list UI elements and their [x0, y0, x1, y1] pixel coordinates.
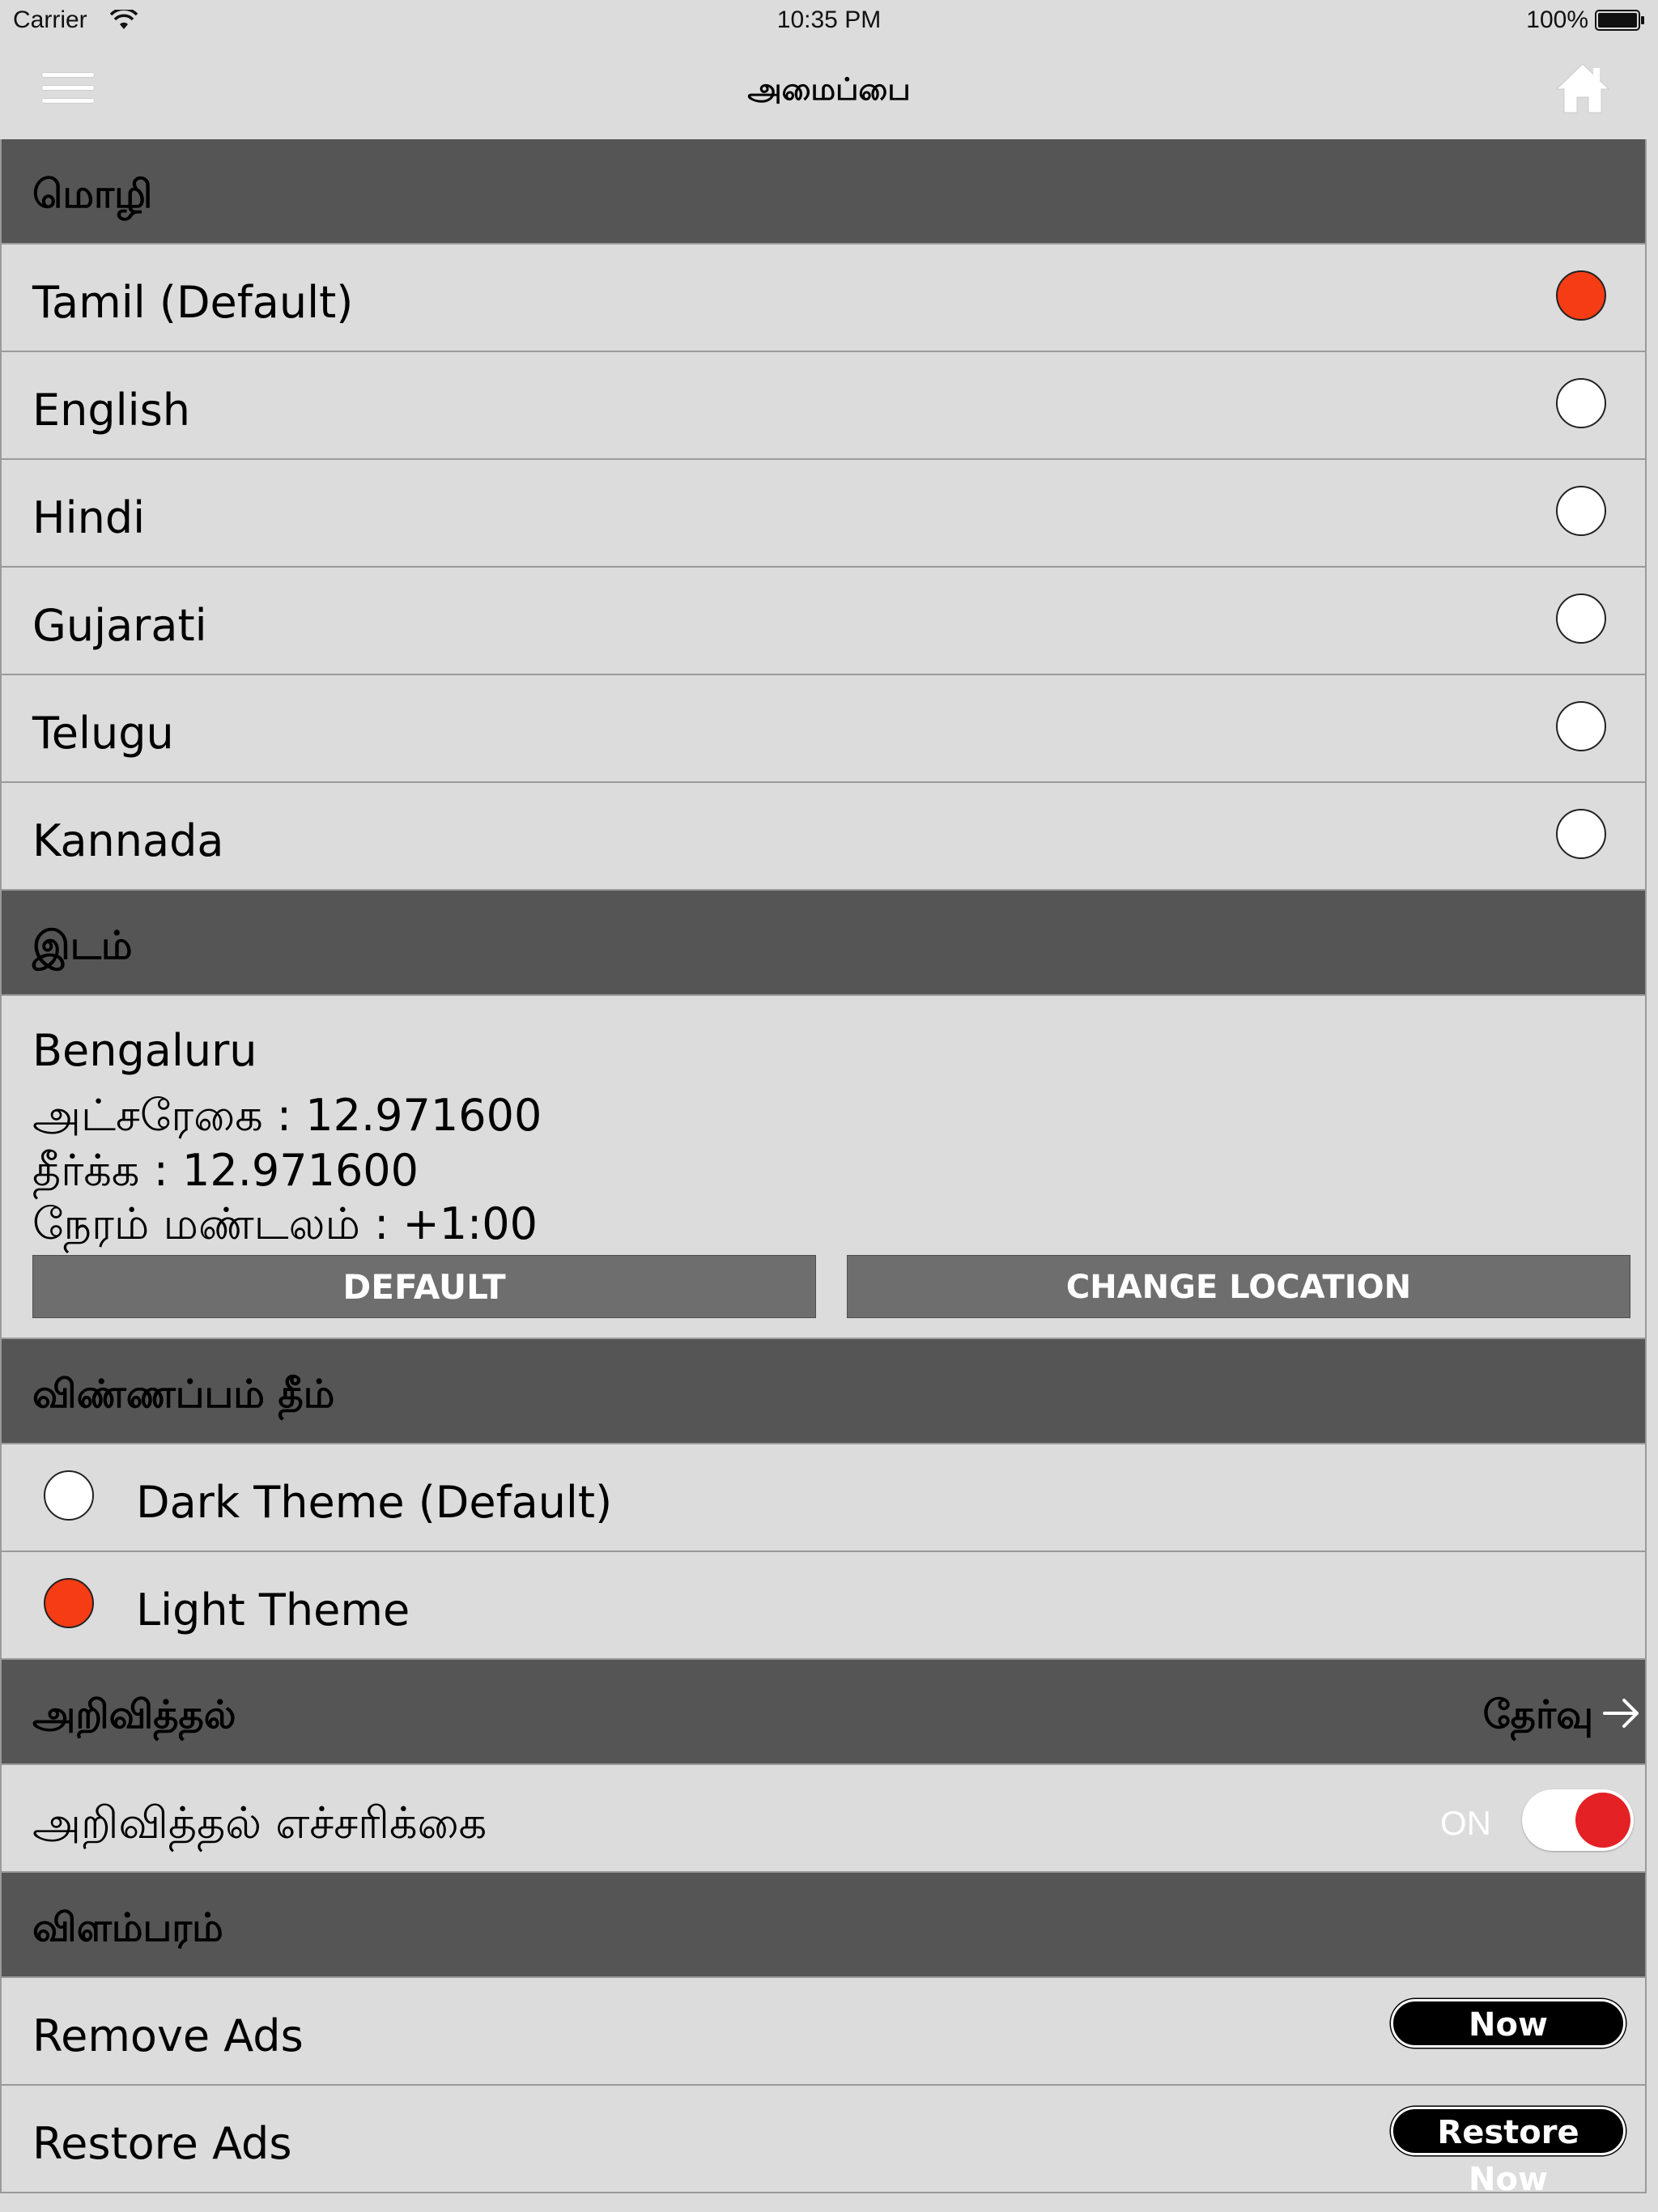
remove-ads-row: Remove Ads Now: [2, 1978, 1645, 2086]
notification-alert-label: அறிவித்தல் எச்சரிக்கை: [32, 1797, 487, 1848]
remove-ads-now-button[interactable]: Now: [1391, 1999, 1626, 2048]
location-header-label: இடம்: [32, 923, 133, 968]
ads-header-label: விளம்பரம்: [32, 1905, 223, 1950]
theme-section-header: விண்ணப்பம் தீம்: [2, 1339, 1645, 1444]
notification-select-link[interactable]: தேர்வு: [1483, 1692, 1593, 1742]
notification-section-header: அறிவித்தல் தேர்வு: [2, 1660, 1645, 1765]
language-option-label: Gujarati: [32, 600, 207, 651]
page-title: அமைப்பை: [747, 71, 911, 107]
radio-unselected-icon[interactable]: [1556, 701, 1606, 751]
notification-toggle[interactable]: [1522, 1789, 1634, 1851]
location-details: Bengaluru அட்சரேகை : 12.971600 தீர்க்க :…: [2, 996, 1645, 1339]
theme-option-label: Light Theme: [136, 1585, 410, 1636]
battery-icon: [1595, 10, 1644, 31]
language-option-label: Kannada: [32, 815, 224, 866]
radio-unselected-icon[interactable]: [1556, 378, 1606, 428]
language-option-tamil[interactable]: Tamil (Default): [2, 245, 1645, 352]
remove-ads-label: Remove Ads: [32, 2010, 304, 2061]
language-section-header: மொழி: [2, 139, 1645, 245]
restore-now-button[interactable]: Restore Now: [1391, 2107, 1626, 2198]
restore-ads-row: Restore Ads Restore Now: [2, 2086, 1645, 2198]
language-option-kannada[interactable]: Kannada: [2, 783, 1645, 891]
settings-list: மொழி Tamil (Default) English Hindi Gujar…: [0, 139, 1647, 2198]
radio-unselected-icon[interactable]: [1556, 486, 1606, 536]
city-name: Bengaluru: [32, 1025, 257, 1076]
clock: 10:35 PM: [776, 6, 882, 33]
notification-alert-row: அறிவித்தல் எச்சரிக்கை ON: [2, 1765, 1645, 1873]
battery-percentage: 100%: [1526, 6, 1588, 33]
status-bar: Carrier 10:35 PM 100%: [0, 0, 1658, 42]
home-icon[interactable]: [1554, 62, 1611, 115]
change-location-button[interactable]: CHANGE LOCATION: [847, 1255, 1630, 1318]
language-option-english[interactable]: English: [2, 352, 1645, 460]
theme-option-dark[interactable]: Dark Theme (Default): [2, 1444, 1645, 1552]
language-option-label: Hindi: [32, 492, 146, 543]
language-header-label: மொழி: [32, 172, 153, 217]
radio-unselected-icon[interactable]: [44, 1470, 94, 1521]
theme-option-light[interactable]: Light Theme: [2, 1552, 1645, 1660]
language-option-gujarati[interactable]: Gujarati: [2, 568, 1645, 675]
radio-unselected-icon[interactable]: [1556, 593, 1606, 644]
timezone-value: நேரம் மண்டலம் : +1:00: [32, 1198, 538, 1249]
longitude-value: தீர்க்க : 12.971600: [32, 1145, 419, 1196]
language-option-hindi[interactable]: Hindi: [2, 460, 1645, 568]
toggle-state-label: ON: [1440, 1804, 1491, 1842]
radio-unselected-icon[interactable]: [1556, 809, 1606, 859]
language-option-label: English: [32, 385, 190, 436]
radio-selected-icon[interactable]: [1556, 270, 1606, 321]
latitude-value: அட்சரேகை : 12.971600: [32, 1090, 542, 1141]
radio-selected-icon[interactable]: [44, 1578, 94, 1628]
language-option-label: Telugu: [32, 708, 174, 759]
location-section-header: இடம்: [2, 891, 1645, 996]
language-option-telugu[interactable]: Telugu: [2, 675, 1645, 783]
default-location-button[interactable]: DEFAULT: [32, 1255, 816, 1318]
restore-ads-label: Restore Ads: [32, 2118, 292, 2169]
language-option-label: Tamil (Default): [32, 277, 354, 328]
navigation-bar: அமைப்பை: [0, 42, 1658, 139]
arrow-right-icon[interactable]: [1601, 1697, 1642, 1729]
toggle-knob: [1575, 1793, 1630, 1848]
notification-header-label: அறிவித்தல்: [32, 1692, 236, 1738]
ads-section-header: விளம்பரம்: [2, 1873, 1645, 1978]
theme-header-label: விண்ணப்பம் தீம்: [32, 1372, 335, 1417]
theme-option-label: Dark Theme (Default): [136, 1477, 613, 1528]
